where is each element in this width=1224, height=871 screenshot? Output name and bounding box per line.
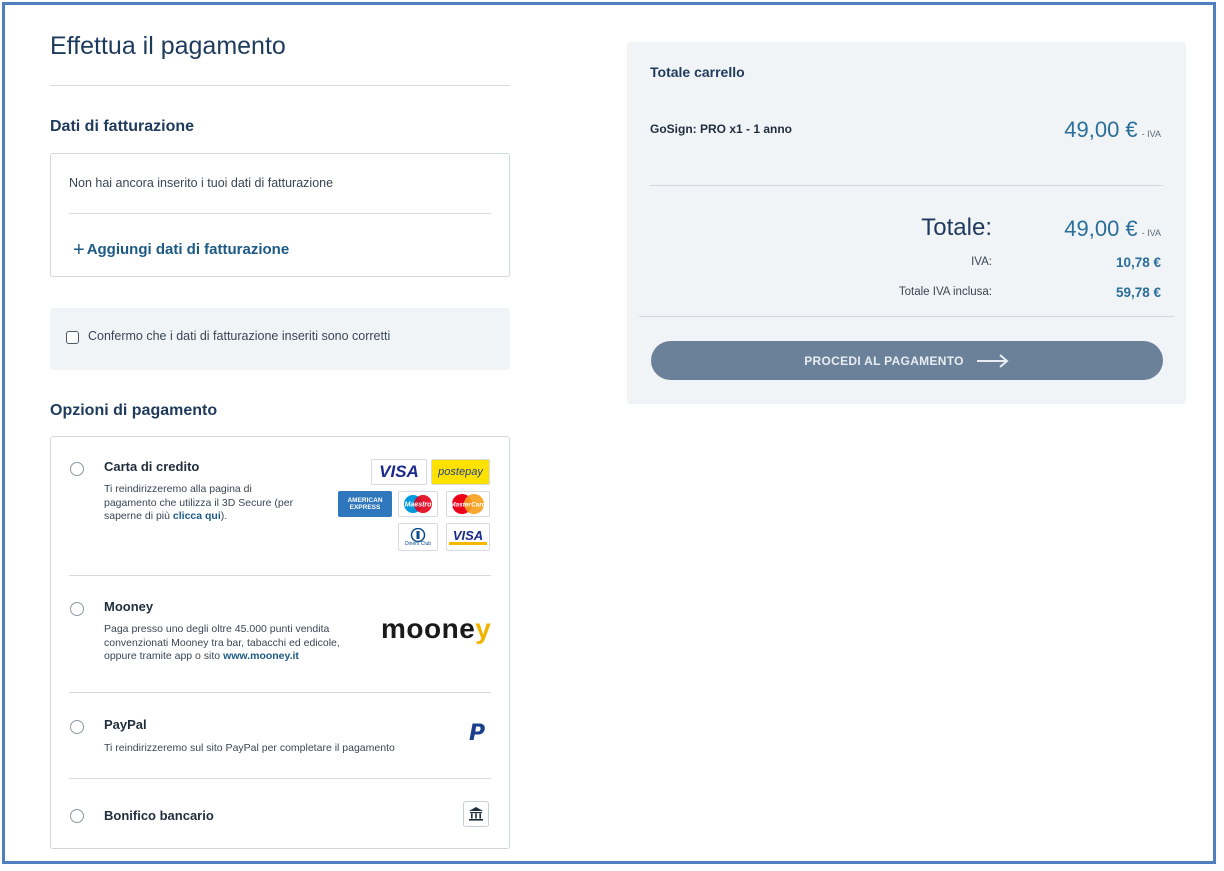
- learn-more-link[interactable]: clicca qui: [173, 510, 221, 522]
- payment-options-heading: Opzioni di pagamento: [50, 402, 218, 419]
- iva-label: IVA:: [971, 256, 992, 268]
- confirm-billing-checkbox[interactable]: [66, 331, 79, 344]
- bank-transfer-radio[interactable]: [70, 809, 84, 823]
- mooney-description: Paga presso uno degli oltre 45.000 punti…: [104, 623, 340, 662]
- diners-club-icon: [410, 527, 426, 542]
- iva-suffix: - IVA: [1141, 129, 1161, 139]
- payment-option-mooney[interactable]: Mooney Paga presso uno degli oltre 45.00…: [51, 576, 509, 692]
- payment-option-bank-transfer[interactable]: Bonifico bancario: [51, 779, 509, 849]
- mooney-radio[interactable]: [70, 602, 84, 616]
- plus-icon: +: [73, 239, 85, 261]
- iva-value: 10,78 €: [1115, 255, 1161, 270]
- confirm-billing-label[interactable]: Confermo che i dati di fatturazione inse…: [88, 329, 390, 343]
- cart-divider: [639, 316, 1174, 317]
- mooney-logo: mooney: [381, 613, 492, 644]
- bank-icon: [463, 801, 489, 827]
- total-price: 49,00 € - IVA: [1064, 216, 1161, 241]
- amex-logo: AMERICAN EXPRESS: [338, 491, 392, 517]
- payment-options-list: Carta di credito Ti reindirizzeremo alla…: [50, 436, 510, 849]
- credit-card-description: Ti reindirizzeremo alla pagina di pagame…: [104, 483, 294, 522]
- visa-logo: VISA: [371, 459, 427, 485]
- visa-electron-logo: VISA: [446, 523, 490, 551]
- total-incl-label: Totale IVA inclusa:: [898, 286, 992, 298]
- bank-transfer-title: Bonifico bancario: [104, 808, 214, 823]
- paypal-icon: P: [464, 720, 490, 746]
- postepay-logo: postepay: [431, 459, 490, 485]
- svg-text:MasterCard: MasterCard: [450, 502, 487, 509]
- credit-card-title: Carta di credito: [104, 459, 200, 474]
- diners-club-logo: Diners Club: [398, 523, 438, 551]
- paypal-title: PayPal: [104, 717, 147, 732]
- bank-building-icon: [469, 807, 483, 821]
- payment-option-credit-card[interactable]: Carta di credito Ti reindirizzeremo alla…: [51, 437, 509, 575]
- add-billing-label: Aggiungi dati di fatturazione: [86, 241, 290, 258]
- mastercard-logo: MasterCard: [446, 491, 490, 517]
- cart-summary-panel: Totale carrello GoSign: PRO x1 - 1 anno …: [627, 42, 1186, 404]
- maestro-circles-icon: Maestro: [404, 495, 433, 513]
- cart-divider: [650, 185, 1163, 186]
- svg-text:Maestro: Maestro: [405, 502, 433, 509]
- paypal-description: Ti reindirizzeremo sul sito PayPal per c…: [104, 742, 395, 754]
- add-billing-link[interactable]: + Aggiungi dati di fatturazione: [73, 239, 289, 262]
- proceed-label: PROCEDI AL PAGAMENTO: [804, 353, 964, 368]
- title-divider: [50, 85, 510, 86]
- payment-option-paypal[interactable]: PayPal Ti reindirizzeremo sul sito PayPa…: [51, 693, 509, 779]
- paypal-radio[interactable]: [70, 720, 84, 734]
- total-incl-value: 59,78 €: [1115, 285, 1161, 300]
- maestro-logo: Maestro: [398, 491, 438, 517]
- billing-divider: [69, 213, 491, 214]
- cart-item-name: GoSign: PRO x1 - 1 anno: [650, 122, 793, 136]
- arrow-right-icon: [976, 353, 1009, 368]
- billing-card: Non hai ancora inserito i tuoi dati di f…: [50, 153, 510, 277]
- total-label: Totale:: [921, 214, 992, 241]
- mooney-site-link[interactable]: www.mooney.it: [223, 650, 299, 662]
- billing-empty-text: Non hai ancora inserito i tuoi dati di f…: [69, 176, 334, 190]
- mastercard-circles-icon: MasterCard: [450, 494, 487, 514]
- credit-card-radio[interactable]: [70, 462, 84, 476]
- mooney-title: Mooney: [104, 599, 154, 614]
- page-title: Effettua il pagamento: [50, 32, 286, 60]
- billing-heading: Dati di fatturazione: [50, 118, 195, 135]
- confirm-billing-panel: Confermo che i dati di fatturazione inse…: [50, 308, 510, 370]
- cart-item-price: 49,00 € - IVA: [1064, 117, 1161, 142]
- cart-title: Totale carrello: [650, 64, 745, 80]
- proceed-to-payment-button[interactable]: PROCEDI AL PAGAMENTO: [651, 341, 1163, 380]
- iva-suffix: - IVA: [1141, 228, 1161, 238]
